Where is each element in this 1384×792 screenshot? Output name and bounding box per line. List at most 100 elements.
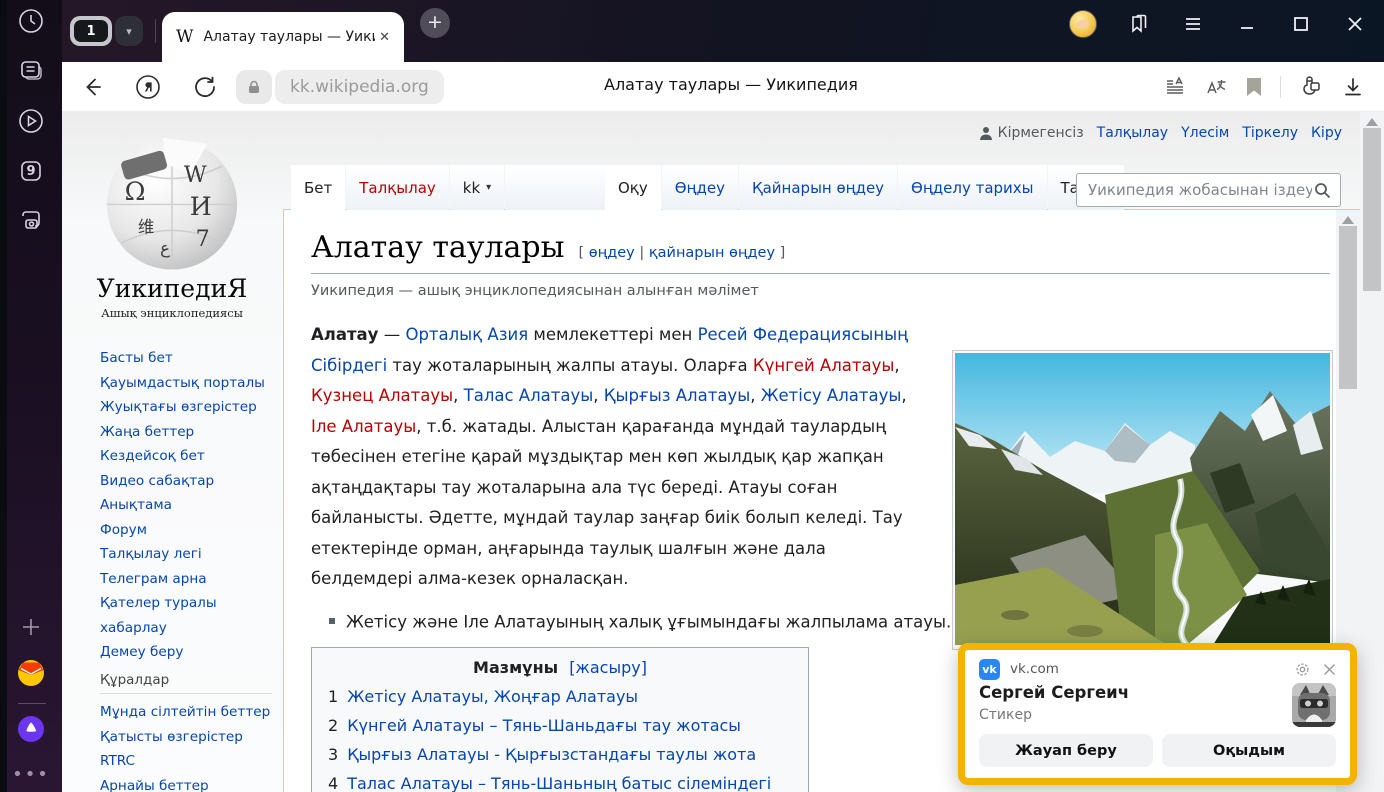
alice-assistant-icon[interactable] (17, 715, 45, 743)
nav-item[interactable]: Жаңа беттер (100, 420, 276, 445)
vk-notification-popup[interactable]: vk vk.com Сергей Сергеич Стикер (958, 643, 1357, 785)
toc-link[interactable]: Қырғыз Алатауы - Қырғызстандағы таулы жо… (347, 745, 756, 764)
video-play-icon[interactable] (17, 107, 45, 135)
tab-history[interactable]: Өңделу тарихы (898, 165, 1046, 210)
profile-avatar[interactable] (1069, 10, 1097, 38)
nav-link[interactable]: Анықтама (100, 497, 172, 513)
notification-close-icon[interactable] (1323, 663, 1336, 676)
tab-counter-icon[interactable]: 9 (17, 157, 45, 185)
tools-link[interactable]: RTRC (100, 753, 135, 769)
tab-language-selector[interactable]: kk▾ (450, 165, 504, 210)
window-close-icon[interactable] (1343, 12, 1367, 36)
nav-link[interactable]: Видео сабақтар (100, 473, 214, 489)
tools-item[interactable]: Қатысты өзгерістер (100, 725, 272, 750)
tab-close-icon[interactable]: ✕ (379, 30, 390, 45)
nav-item[interactable]: Басты бет (100, 346, 276, 371)
scrollbar-thumb[interactable] (1363, 128, 1381, 291)
feed-icon[interactable] (17, 57, 45, 85)
personal-link[interactable]: Талқылау (1097, 125, 1168, 141)
yandex-button-icon[interactable] (134, 73, 162, 101)
tab-read[interactable]: Оқу (605, 165, 661, 211)
nav-item[interactable]: Кездейсоқ бет (100, 444, 276, 469)
sidebar-more-icon[interactable]: ••• (12, 764, 50, 785)
personal-link[interactable]: Кіру (1311, 125, 1342, 141)
scrollbar-thumb[interactable] (1339, 226, 1357, 389)
nav-link[interactable]: Демеу беру (100, 644, 183, 660)
tools-item[interactable]: RTRC (100, 749, 272, 774)
nav-item[interactable]: Жуықтағы өзгерістер (100, 395, 276, 420)
nav-link[interactable]: Қауымдастық порталы (100, 375, 265, 391)
tab-edit-source[interactable]: Қайнарын өңдеу (739, 165, 897, 210)
toc-item[interactable]: 3 Қырғыз Алатауы - Қырғызстандағы таулы … (328, 745, 792, 764)
wikipedia-logo[interactable]: Ω W И 7 维 ع УикипедиЯ Ашық энциклопедияс… (72, 126, 272, 320)
tab-page[interactable]: Бет (291, 165, 345, 211)
nav-item[interactable]: Демеу беру (100, 640, 276, 665)
active-tab[interactable]: W Алатау таулары — Уики ✕ (162, 12, 404, 62)
reader-mode-icon[interactable] (1163, 75, 1187, 99)
tab-group[interactable]: 1 ▾ (70, 16, 156, 46)
tab-group-pill[interactable]: 1 (70, 16, 112, 46)
nav-link[interactable]: Телеграм арна (100, 571, 207, 587)
toc-item[interactable]: 4 Талас Алатауы – Тянь-Шаньның батыс сіл… (328, 774, 792, 792)
tab-talk[interactable]: Талқылау (346, 165, 449, 210)
nav-item[interactable]: Видео сабақтар (100, 469, 276, 494)
yandex-mail-icon[interactable] (17, 659, 45, 687)
notification-settings-icon[interactable] (1295, 662, 1310, 677)
personal-link[interactable]: Үлесім (1181, 125, 1229, 141)
nav-link[interactable]: Жаңа беттер (100, 424, 194, 440)
tools-link[interactable]: Мұнда сілтейтін беттер (100, 704, 270, 720)
tab-group-chevron-icon[interactable]: ▾ (115, 16, 143, 46)
tab-edit[interactable]: Өңдеу (662, 165, 738, 210)
nav-link[interactable]: Форум (100, 522, 147, 538)
tools-link[interactable]: Қатысты өзгерістер (100, 729, 243, 745)
nav-link[interactable]: Кездейсоқ бет (100, 448, 205, 464)
nav-item[interactable]: Қателер туралы хабарлау (100, 591, 276, 640)
nav-link[interactable]: Басты бет (100, 350, 173, 366)
screenshot-icon[interactable] (17, 207, 45, 235)
address-bar[interactable]: kk.wikipedia.org (236, 70, 444, 104)
new-tab-button[interactable]: + (420, 8, 450, 38)
reply-button[interactable]: Жауап беру (979, 734, 1153, 767)
search-icon[interactable] (1314, 182, 1331, 199)
nav-item[interactable]: Талқылау легі (100, 542, 276, 567)
nav-item[interactable]: Қауымдастық порталы (100, 371, 276, 396)
url-text[interactable]: kk.wikipedia.org (275, 70, 444, 104)
wiki-search[interactable] (1076, 173, 1341, 207)
toc-toggle-link[interactable]: [жасыру] (569, 658, 647, 677)
edit-source-link[interactable]: қайнарын өңдеу (649, 245, 775, 261)
tools-item[interactable]: Мұнда сілтейтін беттер (100, 700, 272, 725)
toc-link[interactable]: Талас Алатауы – Тянь-Шаньның батыс сілем… (347, 774, 792, 792)
tools-item[interactable]: Арнайы беттер (100, 774, 272, 792)
bookmark-icon[interactable] (1245, 77, 1263, 97)
scroll-up-icon[interactable] (1342, 216, 1354, 224)
mark-read-button[interactable]: Оқыдым (1162, 734, 1336, 767)
personal-link[interactable]: Тіркелу (1242, 125, 1298, 141)
back-icon[interactable] (78, 74, 104, 100)
panels-icon[interactable] (1127, 12, 1151, 36)
nav-item[interactable]: Анықтама (100, 493, 276, 518)
scroll-up-icon[interactable] (1366, 118, 1378, 126)
tools-link[interactable]: Арнайы беттер (100, 778, 209, 792)
window-maximize-icon[interactable] (1289, 12, 1313, 36)
extensions-icon[interactable] (1298, 74, 1324, 100)
window-scrollbar[interactable] (1360, 112, 1384, 792)
nav-link[interactable]: Қателер туралы хабарлау (100, 595, 217, 636)
search-input[interactable] (1086, 180, 1314, 200)
toc-item[interactable]: 1 Жетісу Алатауы, Жоңғар Алатауы (328, 687, 792, 706)
menu-icon[interactable] (1181, 12, 1205, 36)
nav-item[interactable]: Телеграм арна (100, 567, 276, 592)
toc-link[interactable]: Жетісу Алатауы, Жоңғар Алатауы (347, 687, 638, 706)
edit-link[interactable]: өңдеу (589, 245, 635, 261)
history-icon[interactable] (17, 7, 45, 35)
article-thumbnail[interactable] (952, 350, 1333, 650)
toc-link[interactable]: Күнгей Алатауы – Тянь-Шаньдағы тау жотас… (347, 716, 741, 735)
lock-icon[interactable] (236, 70, 272, 104)
toc-item[interactable]: 2 Күнгей Алатауы – Тянь-Шаньдағы тау жот… (328, 716, 792, 735)
download-icon[interactable] (1341, 75, 1365, 99)
nav-link[interactable]: Жуықтағы өзгерістер (100, 399, 257, 415)
window-minimize-icon[interactable] (1235, 12, 1259, 36)
nav-item[interactable]: Форум (100, 518, 276, 543)
translate-icon[interactable] (1204, 75, 1228, 99)
sidebar-add-icon[interactable] (16, 612, 46, 642)
nav-link[interactable]: Талқылау легі (100, 546, 202, 562)
